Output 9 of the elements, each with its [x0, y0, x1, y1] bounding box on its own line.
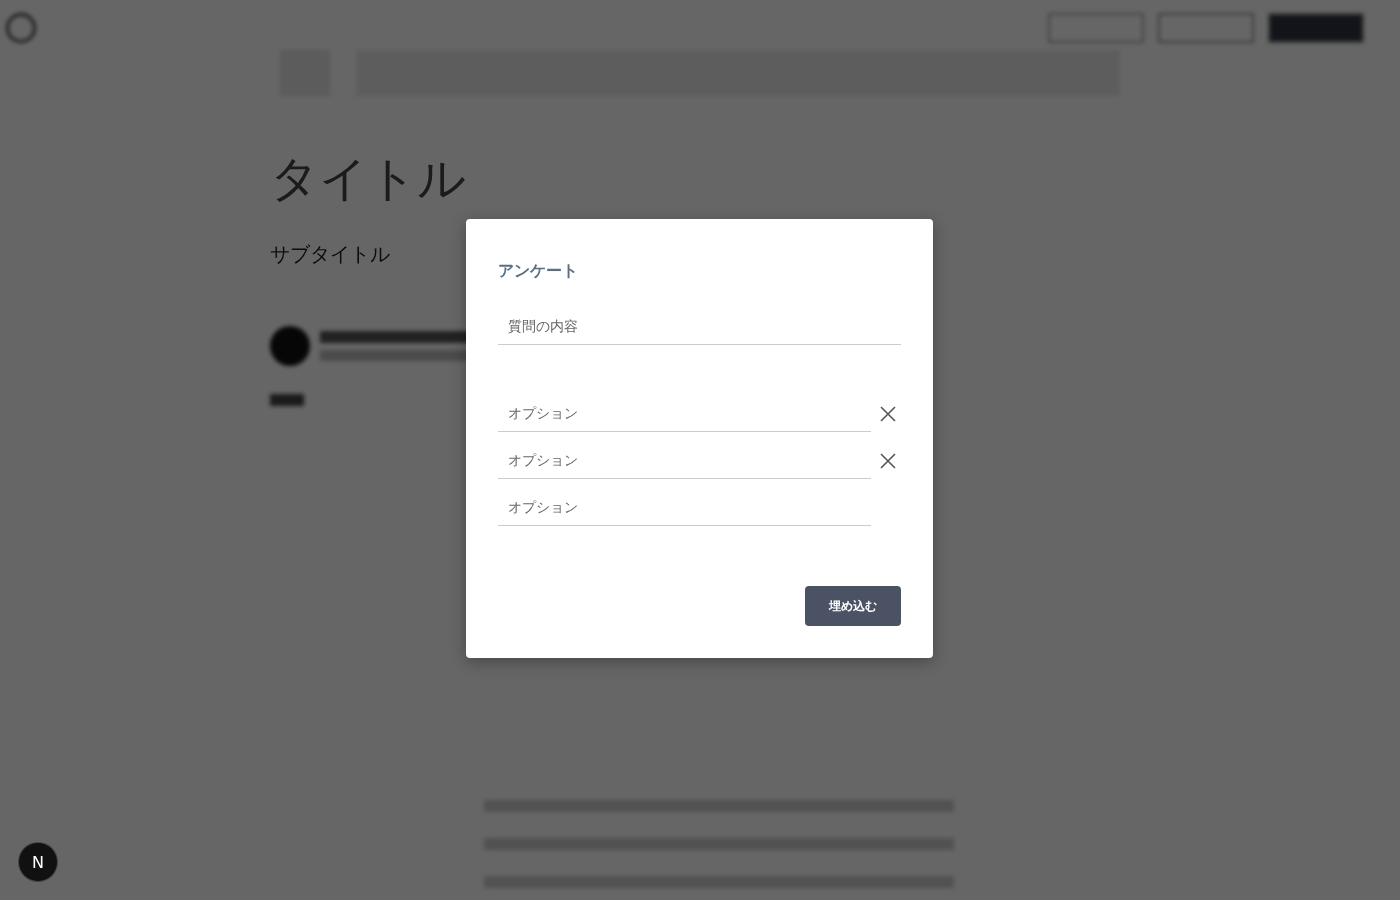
article-subtitle: サブタイトル: [270, 241, 391, 268]
blurred-button[interactable]: [1268, 13, 1364, 43]
avatar: [270, 326, 310, 366]
embed-button[interactable]: 埋め込む: [805, 586, 901, 626]
article-title: タイトル: [270, 149, 467, 208]
dev-badge[interactable]: N: [19, 843, 57, 881]
dialog-title: アンケート: [498, 261, 579, 282]
blurred-body-text: [270, 394, 304, 406]
logo-icon[interactable]: [6, 13, 36, 43]
